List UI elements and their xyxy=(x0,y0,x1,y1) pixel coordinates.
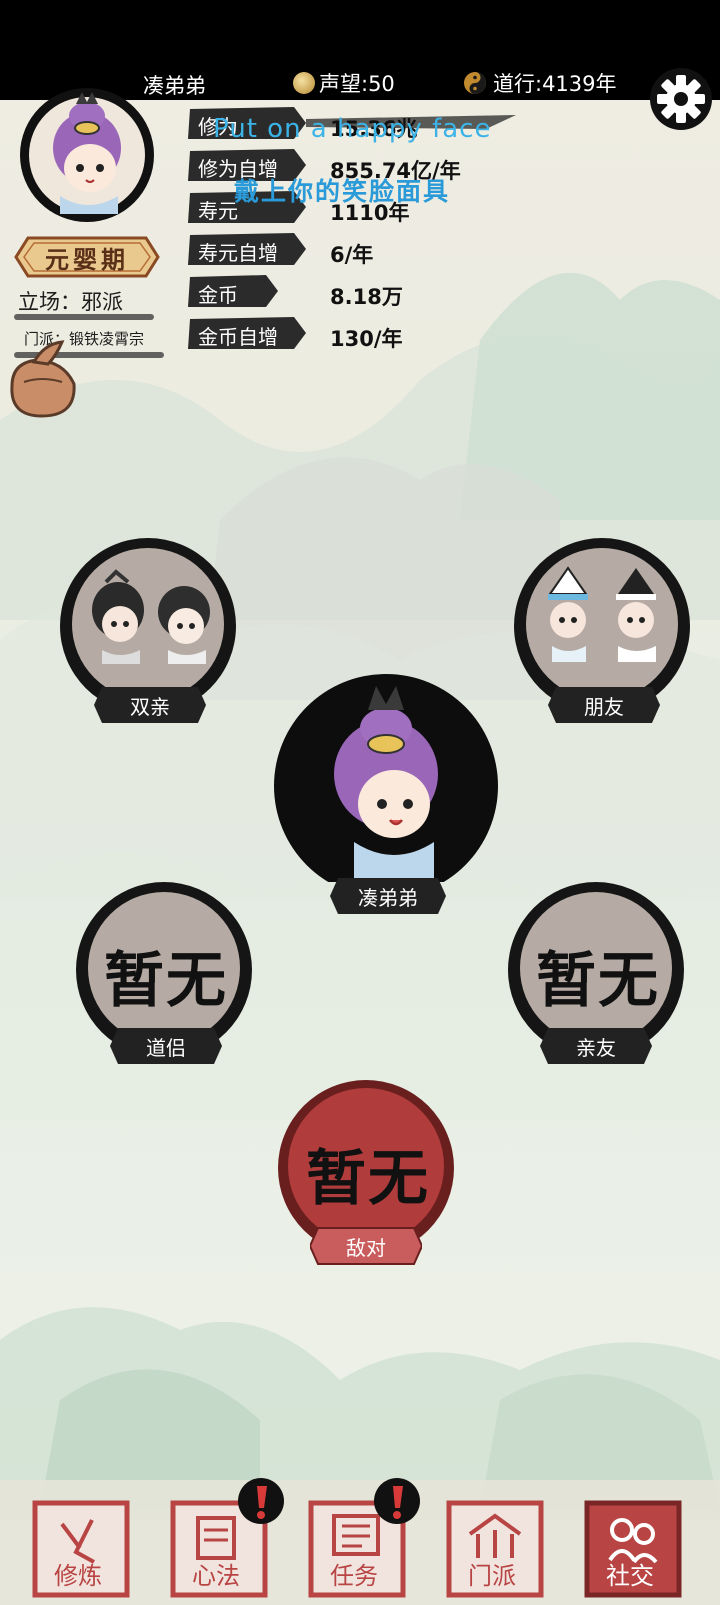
partner-label: 道侣 xyxy=(146,1035,186,1060)
brush-divider xyxy=(14,314,154,320)
daoxing-text: 道行:4139年 xyxy=(493,72,617,96)
inventory-bag-icon[interactable] xyxy=(4,336,82,420)
yinyang-icon xyxy=(464,72,486,94)
stance-label: 立场：邪派 xyxy=(18,290,123,314)
stat-label-gold-rate: 金币自增 xyxy=(198,325,278,349)
partner-empty-text: 暂无 xyxy=(104,946,228,1016)
reputation-text: 声望:50 xyxy=(319,72,395,96)
self-label: 凑弟弟 xyxy=(358,885,418,910)
stat-value-lifespan-rate: 6/年 xyxy=(330,243,374,267)
friends-label: 朋友 xyxy=(584,694,624,719)
kin-empty-text: 暂无 xyxy=(536,946,660,1016)
reputation-coin-icon xyxy=(293,72,315,94)
nav-task-label: 任务 xyxy=(330,1562,378,1590)
realm-badge: 元婴期 xyxy=(14,234,160,280)
player-avatar[interactable] xyxy=(18,86,156,224)
stat-label-gold: 金币 xyxy=(198,283,238,307)
nav-social-label: 社交 xyxy=(606,1562,654,1590)
stat-label-lifespan-rate: 寿元自增 xyxy=(198,241,278,265)
nav-cultivate-label: 修炼 xyxy=(54,1562,102,1590)
stat-value-gold-rate: 130/年 xyxy=(330,327,403,351)
task-alert-icon xyxy=(374,1478,420,1524)
mantra-alert-icon xyxy=(238,1478,284,1524)
nav-sect-label: 门派 xyxy=(468,1562,516,1590)
reputation-display: 声望:50 xyxy=(293,68,395,98)
nav-mantra-label: 心法 xyxy=(192,1562,240,1590)
settings-gear-icon[interactable] xyxy=(648,66,714,132)
overlay-english-caption: Put on a happy face xyxy=(213,114,492,144)
stat-label-lifespan: 寿元 xyxy=(198,199,238,223)
self-node[interactable] xyxy=(270,672,506,882)
overlay-chinese-caption: 戴上你的笑脸面具 xyxy=(234,177,451,206)
enemy-empty-text: 暂无 xyxy=(306,1144,430,1214)
kin-label: 亲友 xyxy=(576,1035,616,1060)
enemy-label: 敌对 xyxy=(346,1235,386,1260)
stat-value-gold: 8.18万 xyxy=(330,285,403,309)
parents-label: 双亲 xyxy=(130,694,170,719)
daoxing-display: 道行:4139年 xyxy=(463,68,617,98)
realm-text: 元婴期 xyxy=(45,244,129,274)
